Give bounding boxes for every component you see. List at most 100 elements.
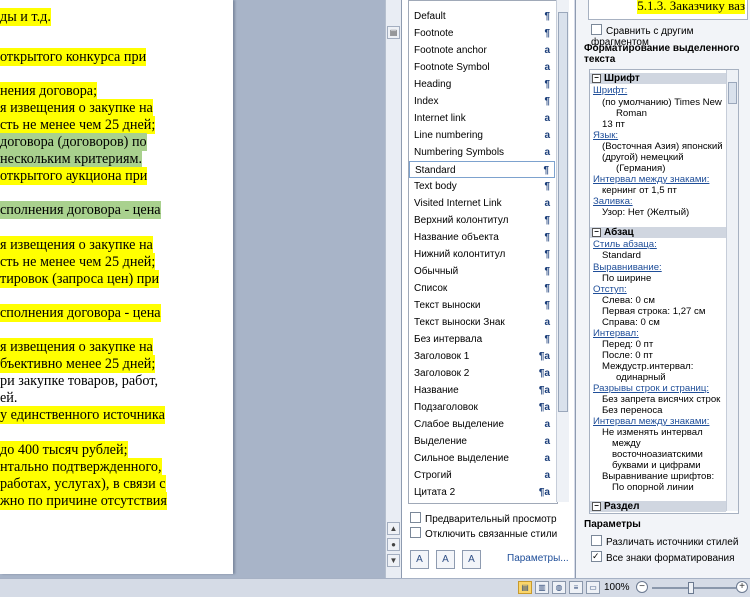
section-section-header[interactable]: − Раздел xyxy=(590,501,726,512)
style-item[interactable]: Заголовок 2 ¶a xyxy=(409,365,555,382)
style-item[interactable]: Слабое выделение a xyxy=(409,416,555,433)
styles-list[interactable]: Default ¶ Footnote ¶ Footnote anchor a Footnot… xyxy=(408,0,558,504)
browse-object-icon[interactable]: ● xyxy=(387,538,400,551)
zoom-slider-track[interactable] xyxy=(652,587,736,589)
style-item[interactable]: Нижний колонтитул ¶ xyxy=(409,246,555,263)
zoom-slider-thumb[interactable] xyxy=(688,582,694,594)
document-line[interactable]: бъективно менее 25 дней; xyxy=(0,355,156,373)
document-line[interactable]: до 400 тысяч рублей; xyxy=(0,441,128,459)
formatting-tree[interactable]: − Шрифт Шрифт: (по умолчанию) Times New R… xyxy=(589,69,739,514)
checkbox-box[interactable] xyxy=(591,24,602,35)
document-line[interactable]: нения договора; xyxy=(0,82,98,100)
style-item[interactable]: Список ¶ xyxy=(409,280,555,297)
font-link[interactable]: Шрифт: xyxy=(593,85,627,96)
document-vertical-scrollbar[interactable]: ▤ ▲ ● ▼ xyxy=(385,0,401,578)
document-line[interactable]: сть не менее чем 25 дней; xyxy=(0,116,156,134)
style-item[interactable]: Текст выноски ¶ xyxy=(409,297,555,314)
styles-list-scrollbar[interactable] xyxy=(556,0,569,502)
style-item[interactable]: Без интервала ¶ xyxy=(409,331,555,348)
formatting-tree-scrollbar[interactable] xyxy=(726,70,738,511)
style-item[interactable]: Internet link a xyxy=(409,110,555,127)
style-item[interactable]: Visited Internet Link a xyxy=(409,195,555,212)
document-line[interactable]: я извещения о закупке на xyxy=(0,236,153,254)
style-item[interactable]: Footnote anchor a xyxy=(409,42,555,59)
outline-icon[interactable]: ≡ xyxy=(569,581,583,594)
style-item[interactable]: Название ¶a xyxy=(409,382,555,399)
checkbox-box[interactable] xyxy=(410,512,421,523)
style-item[interactable]: Footnote Symbol a xyxy=(409,59,555,76)
collapse-icon[interactable]: − xyxy=(592,502,601,511)
document-line[interactable]: сть не менее чем 25 дней; xyxy=(0,253,156,271)
scroll-up-icon[interactable]: ▲ xyxy=(387,522,400,535)
style-item[interactable]: Название объекта ¶ xyxy=(409,229,555,246)
web-layout-icon[interactable]: ◍ xyxy=(552,581,566,594)
document-line[interactable]: работах, услугах), в связи с xyxy=(0,475,166,493)
draft-icon[interactable]: ▭ xyxy=(586,581,600,594)
print-layout-icon[interactable]: ▤ xyxy=(518,581,532,594)
document-line[interactable]: сполнения договора - цена xyxy=(0,201,161,219)
style-item[interactable]: Заголовок 1 ¶a xyxy=(409,348,555,365)
styles-scroll-thumb[interactable] xyxy=(558,12,568,412)
document-line[interactable]: ри закупке товаров, работ, xyxy=(0,372,158,390)
disable-linked-styles-checkbox[interactable]: Отключить связанные стили xyxy=(410,527,557,541)
style-item[interactable]: Index ¶ xyxy=(409,93,555,110)
document-line[interactable]: нтально подтвержденного, xyxy=(0,458,162,476)
interval-link[interactable]: Интервал: xyxy=(593,328,639,339)
show-preview-checkbox[interactable]: Предварительный просмотр xyxy=(410,512,557,526)
document-line[interactable]: нескольким критериям. xyxy=(0,150,142,168)
style-item[interactable]: Цитата 2 ¶a xyxy=(409,484,555,501)
style-item[interactable]: Подзаголовок ¶a xyxy=(409,399,555,416)
paragraph-style-link[interactable]: Стиль абзаца: xyxy=(593,239,657,250)
style-item[interactable]: Сильное выделение a xyxy=(409,450,555,467)
style-item[interactable]: Heading ¶ xyxy=(409,76,555,93)
collapse-icon[interactable]: − xyxy=(592,228,601,237)
alignment-link[interactable]: Выравнивание: xyxy=(593,262,662,273)
style-item[interactable]: Текст выноски Знак a xyxy=(409,314,555,331)
document-line[interactable]: жно по причине отсутствия xyxy=(0,492,167,510)
show-all-marks-checkbox[interactable]: Все знаки форматирования xyxy=(591,549,735,565)
fill-link[interactable]: Заливка: xyxy=(593,196,633,207)
style-item[interactable]: Выделение a xyxy=(409,433,555,450)
document-line[interactable]: ды и т.д. xyxy=(0,8,51,26)
font-section-header[interactable]: − Шрифт xyxy=(590,73,726,84)
manage-styles-icon[interactable]: A xyxy=(462,550,481,569)
formatting-scroll-thumb[interactable] xyxy=(728,82,737,104)
char-spacing-link[interactable]: Интервал между знаками: xyxy=(593,174,709,185)
document-line[interactable]: договора (договоров) по xyxy=(0,133,147,151)
collapse-icon[interactable]: − xyxy=(592,74,601,83)
style-item[interactable]: Text body ¶ xyxy=(409,178,555,195)
zoom-out-icon[interactable]: − xyxy=(636,581,648,593)
style-item[interactable]: Standard ¶ xyxy=(409,161,555,178)
paragraph-section-header[interactable]: − Абзац xyxy=(590,227,726,238)
style-item[interactable]: Обычный ¶ xyxy=(409,263,555,280)
document-line[interactable]: тировок (запроса цен) при xyxy=(0,270,160,288)
zoom-level[interactable]: 100% xyxy=(604,582,630,593)
full-screen-reading-icon[interactable]: ▥ xyxy=(535,581,549,594)
new-style-icon[interactable]: A xyxy=(410,550,429,569)
style-item[interactable]: Numbering Symbols a xyxy=(409,144,555,161)
char-interval-link[interactable]: Интервал между знаками: xyxy=(593,416,709,427)
checkbox-box[interactable] xyxy=(410,527,421,538)
style-inspector-icon[interactable]: A xyxy=(436,550,455,569)
document-line[interactable]: у единственного источника xyxy=(0,406,165,424)
document-line[interactable]: я извещения о закупке на xyxy=(0,99,153,117)
style-item[interactable]: Footnote ¶ xyxy=(409,25,555,42)
indent-link[interactable]: Отступ: xyxy=(593,284,627,295)
document-line[interactable]: ей. xyxy=(0,389,17,407)
style-item[interactable]: Строгий a xyxy=(409,467,555,484)
ruler-toggle-icon[interactable]: ▤ xyxy=(387,26,400,39)
style-item[interactable]: Default ¶ xyxy=(409,8,555,25)
document-page[interactable]: ды и т.д. открытого конкурса при нения дог… xyxy=(0,0,233,574)
document-line[interactable]: сполнения договора - цена xyxy=(0,304,161,322)
style-item[interactable]: Line numbering a xyxy=(409,127,555,144)
checkbox-box[interactable] xyxy=(591,535,602,546)
document-line[interactable]: я извещения о закупке на xyxy=(0,338,153,356)
scroll-down-icon[interactable]: ▼ xyxy=(387,554,400,567)
distinguish-sources-checkbox[interactable]: Различать источники стилей xyxy=(591,535,738,549)
styles-options-link[interactable]: Параметры... xyxy=(507,553,569,564)
checkbox-box[interactable] xyxy=(591,549,602,563)
document-line[interactable]: открытого конкурса при xyxy=(0,48,147,66)
document-line[interactable]: открытого аукциона при xyxy=(0,167,148,185)
language-link[interactable]: Язык: xyxy=(593,130,618,141)
zoom-in-icon[interactable]: + xyxy=(736,581,748,593)
